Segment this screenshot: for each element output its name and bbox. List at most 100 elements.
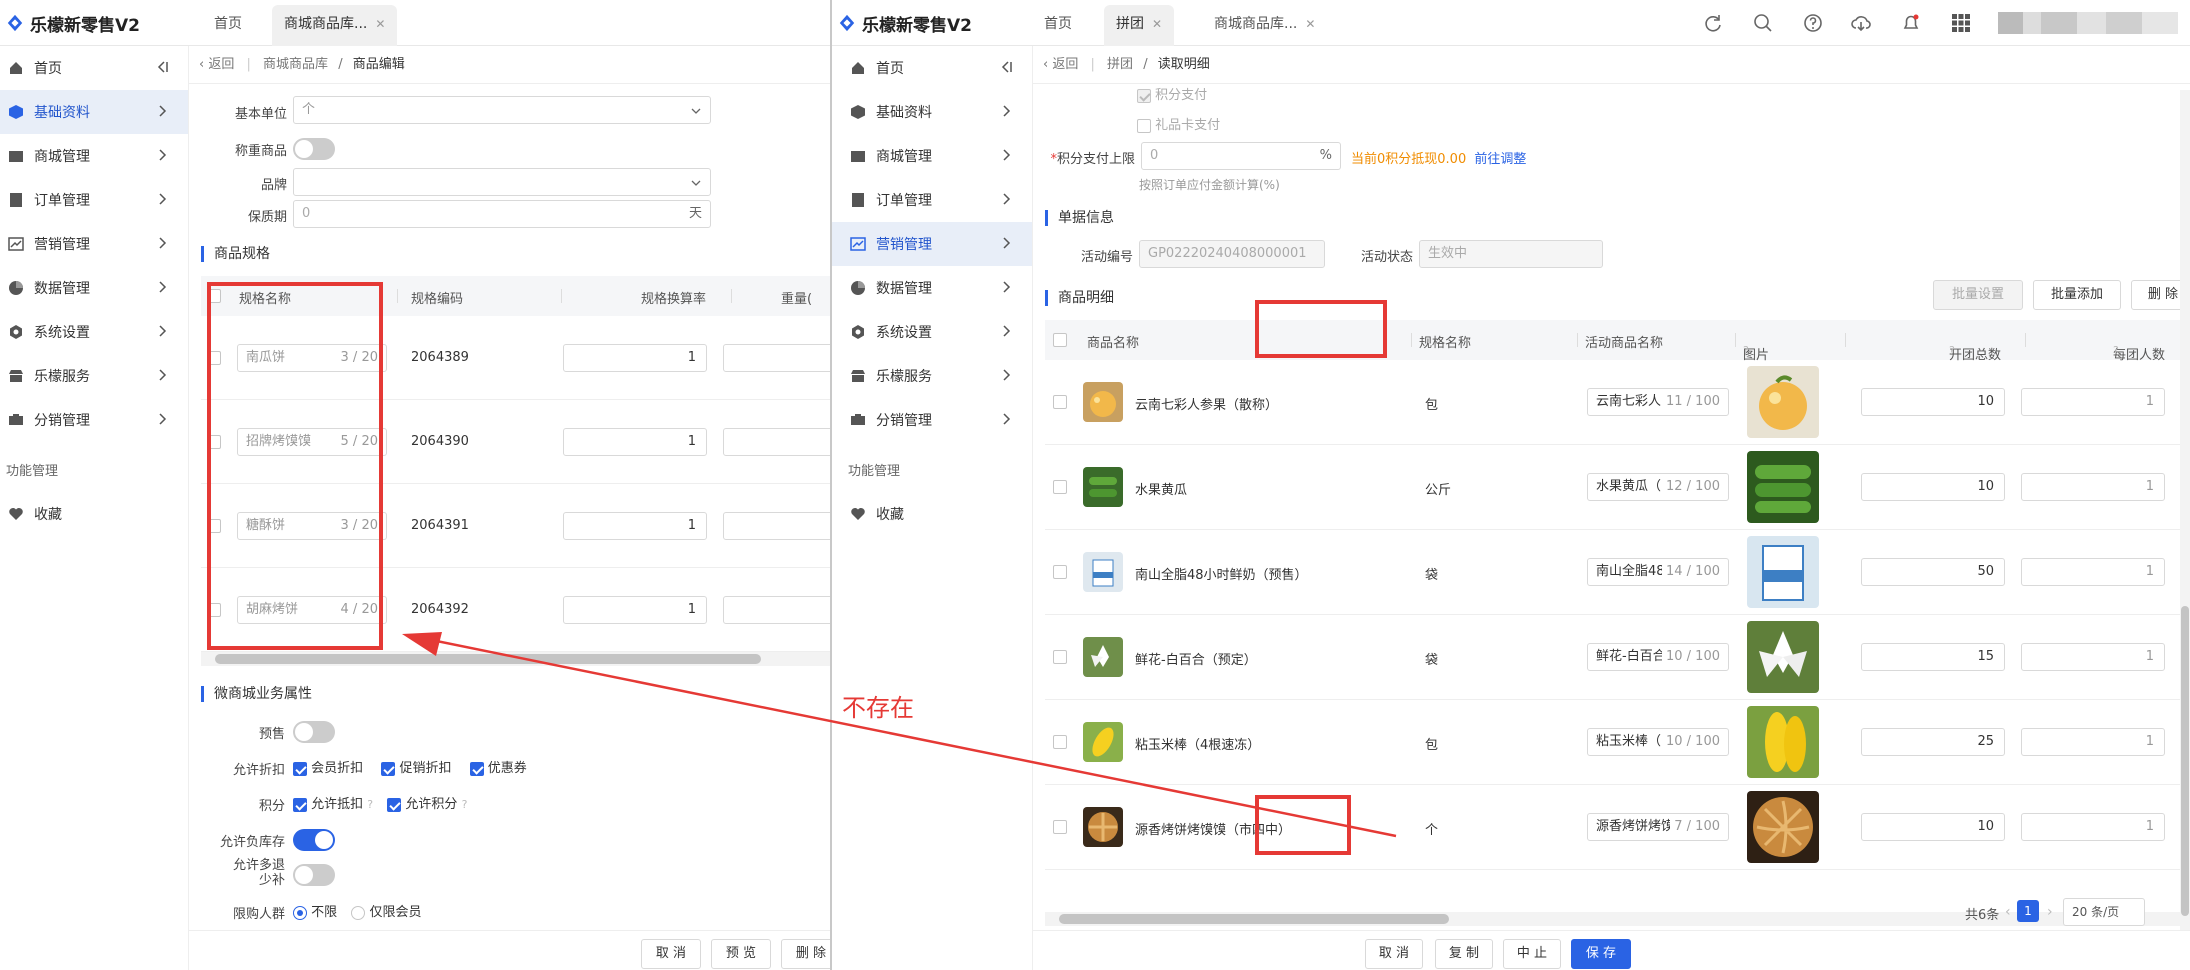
spec-weight-input[interactable] (723, 596, 830, 624)
tab-group-buy[interactable]: 拼团 ✕ (1104, 5, 1175, 46)
sidebar-item-marketing[interactable]: 营销管理 (0, 222, 188, 266)
points-pay-checkbox[interactable]: 积分支付 (1137, 84, 1207, 103)
per-group-input[interactable]: 1 (2021, 388, 2165, 416)
per-group-input[interactable]: 1 (2021, 473, 2165, 501)
copy-button[interactable]: 复 制 (1435, 939, 1493, 969)
brand-select[interactable] (293, 168, 711, 196)
bell-icon[interactable] (1900, 12, 1922, 34)
sidebar-item-orders[interactable]: 订单管理 (0, 178, 188, 222)
stop-button[interactable]: 中 止 (1503, 939, 1561, 969)
batch-set-button[interactable]: 批量设置 (1933, 280, 2023, 310)
save-button[interactable]: 保 存 (1571, 939, 1631, 969)
sidebar-item-mall[interactable]: 商城管理 (832, 134, 1032, 178)
cancel-button[interactable]: 取 消 (641, 939, 701, 969)
row-checkbox[interactable] (1053, 394, 1067, 409)
search-icon[interactable] (1752, 12, 1774, 34)
row-checkbox[interactable] (1053, 479, 1067, 494)
row-checkbox[interactable] (1053, 819, 1067, 834)
back-link[interactable]: ‹ 返回 (199, 57, 234, 72)
promo-discount-checkbox[interactable]: 促销折扣 (381, 761, 451, 776)
batch-add-button[interactable]: 批量添加 (2033, 280, 2121, 310)
sidebar-item-orders[interactable]: 订单管理 (832, 178, 1032, 222)
allow-deduct-checkbox[interactable]: 允许抵扣 ? (293, 797, 373, 812)
tab-product-library[interactable]: 商城商品库... ✕ (272, 5, 398, 46)
breadcrumb-parent[interactable]: 拼团 (1107, 57, 1133, 72)
activity-name-input[interactable]: 云南七彩人 11 / 100 (1587, 388, 1729, 416)
breadcrumb-parent[interactable]: 商城商品库 (263, 57, 328, 72)
page-size-select[interactable]: 20 条/页 (2063, 898, 2145, 926)
adjust-link[interactable]: 前往调整 (1474, 152, 1526, 167)
spec-weight-input[interactable] (723, 512, 830, 540)
close-icon[interactable]: ✕ (375, 17, 385, 31)
header-checkbox[interactable] (1053, 332, 1067, 347)
activity-name-input[interactable]: 源香烤饼烤馍 7 / 100 (1587, 813, 1729, 841)
member-discount-checkbox[interactable]: 会员折扣 (293, 761, 363, 776)
delete-button[interactable]: 删 除 (781, 939, 830, 969)
tab-home[interactable]: 首页 (202, 5, 254, 46)
per-group-input[interactable]: 1 (2021, 813, 2165, 841)
product-image[interactable] (1747, 536, 1819, 608)
cloud-download-icon[interactable] (1850, 12, 1872, 34)
shelf-life-input[interactable]: 0 天 (293, 200, 711, 228)
tab-product-library[interactable]: 商城商品库... ✕ (1202, 5, 1327, 46)
apps-grid-icon[interactable] (1950, 12, 1972, 34)
sidebar-item-favorites[interactable]: 收藏 (0, 492, 188, 536)
sidebar-item-data[interactable]: 数据管理 (0, 266, 188, 310)
sidebar-item-settings[interactable]: 系统设置 (0, 310, 188, 354)
group-total-input[interactable]: 25 (1861, 728, 2005, 756)
sidebar-item-favorites[interactable]: 收藏 (832, 492, 1032, 536)
activity-name-input[interactable]: 粘玉米棒（ 10 / 100 (1587, 728, 1729, 756)
sidebar-item-basic-data[interactable]: 基础资料 (0, 90, 188, 134)
activity-name-input[interactable]: 水果黄瓜（ 12 / 100 (1587, 473, 1729, 501)
back-link[interactable]: ‹ 返回 (1043, 57, 1078, 72)
group-total-input[interactable]: 10 (1861, 388, 2005, 416)
chevron-right-icon[interactable]: › (2047, 904, 2053, 920)
sidebar-item-services[interactable]: 乐檬服务 (832, 354, 1032, 398)
sidebar-item-home[interactable]: 首页 (0, 46, 188, 90)
group-total-input[interactable]: 10 (1861, 813, 2005, 841)
product-image[interactable] (1747, 791, 1819, 863)
cancel-button[interactable]: 取 消 (1365, 939, 1423, 969)
sidebar-item-mall[interactable]: 商城管理 (0, 134, 188, 178)
sidebar-item-data[interactable]: 数据管理 (832, 266, 1032, 310)
vertical-scrollbar[interactable] (2180, 90, 2190, 930)
app-logo[interactable]: 乐檬新零售V2 (838, 10, 972, 36)
gift-card-pay-checkbox[interactable]: 礼品卡支付 (1137, 114, 1220, 133)
app-logo[interactable]: 乐檬新零售V2 (6, 10, 140, 36)
row-checkbox[interactable] (1053, 649, 1067, 664)
help-icon[interactable] (1802, 12, 1824, 34)
scrollbar-thumb[interactable] (1059, 914, 1449, 924)
spec-rate-input[interactable]: 1 (563, 596, 707, 624)
scrollbar-thumb[interactable] (2181, 606, 2189, 916)
weigh-toggle[interactable] (293, 138, 335, 160)
activity-name-input[interactable]: 南山全脂48 14 / 100 (1587, 558, 1729, 586)
group-total-input[interactable]: 50 (1861, 558, 2005, 586)
activity-name-input[interactable]: 鲜花-白百合 10 / 100 (1587, 643, 1729, 671)
tab-home[interactable]: 首页 (1032, 5, 1084, 46)
spec-rate-input[interactable]: 1 (563, 428, 707, 456)
product-image[interactable] (1747, 451, 1819, 523)
product-image[interactable] (1747, 621, 1819, 693)
horizontal-scrollbar[interactable] (201, 652, 830, 666)
collapse-icon[interactable] (154, 59, 170, 75)
per-group-input[interactable]: 1 (2021, 558, 2165, 586)
sidebar-item-marketing[interactable]: 营销管理 (832, 222, 1032, 266)
unit-select[interactable]: 个 (293, 96, 711, 124)
points-limit-input[interactable]: 0 % (1141, 142, 1341, 170)
allow-points-checkbox[interactable]: 允许积分 ? (387, 797, 467, 812)
page-current[interactable]: 1 (2017, 900, 2039, 922)
spec-weight-input[interactable] (723, 428, 830, 456)
negative-stock-toggle[interactable] (293, 829, 335, 851)
per-group-input[interactable]: 1 (2021, 643, 2165, 671)
sidebar-item-distribution[interactable]: 分销管理 (0, 398, 188, 442)
scrollbar-thumb[interactable] (215, 654, 761, 664)
refund-toggle[interactable] (293, 864, 335, 886)
row-checkbox[interactable] (1053, 564, 1067, 579)
per-group-input[interactable]: 1 (2021, 728, 2165, 756)
spec-rate-input[interactable]: 1 (563, 512, 707, 540)
row-checkbox[interactable] (1053, 734, 1067, 749)
chevron-left-icon[interactable]: ‹ (2005, 904, 2011, 920)
coupon-checkbox[interactable]: 优惠券 (469, 761, 527, 776)
presale-toggle[interactable] (293, 721, 335, 743)
preview-button[interactable]: 预 览 (711, 939, 771, 969)
